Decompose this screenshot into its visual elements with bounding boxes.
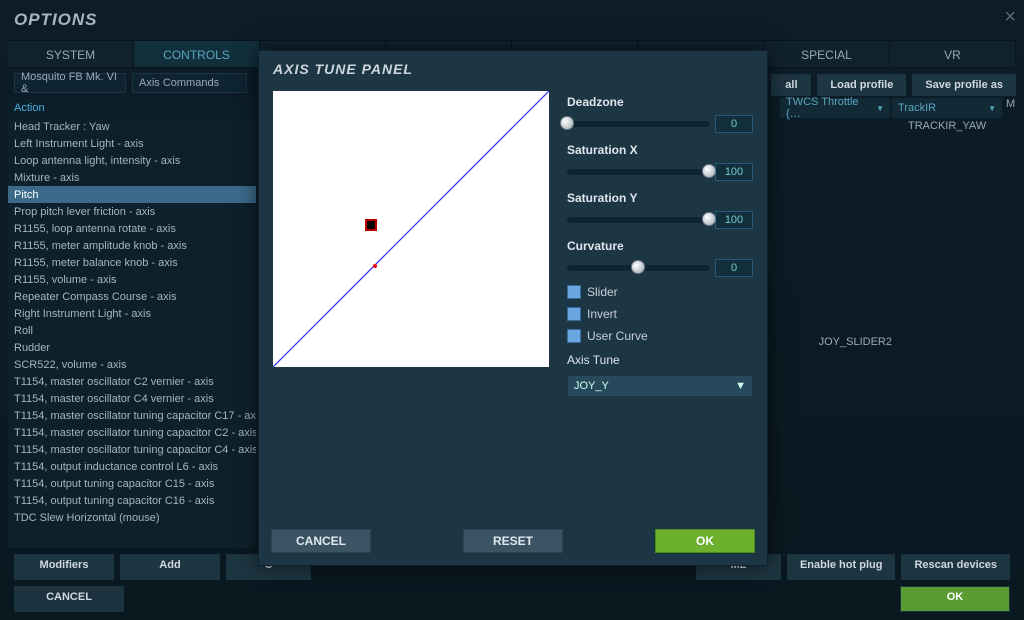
- saty-label: Saturation Y: [567, 191, 753, 205]
- action-row[interactable]: T1154, master oscillator C4 vernier - ax…: [8, 390, 256, 407]
- action-row[interactable]: Rudder: [8, 339, 256, 356]
- axis-tune-dropdown[interactable]: JOY_Y ▼: [567, 375, 753, 397]
- action-row[interactable]: T1154, master oscillator tuning capacito…: [8, 407, 256, 424]
- user-curve-checkbox[interactable]: [567, 329, 581, 343]
- modal-cancel-button[interactable]: CANCEL: [271, 529, 371, 553]
- save-profile-button[interactable]: Save profile as: [912, 74, 1016, 96]
- aircraft-dropdown-value: Mosquito FB Mk. VI &: [21, 71, 119, 95]
- category-dropdown-value: Axis Commands: [139, 77, 219, 89]
- all-button[interactable]: all: [771, 74, 811, 96]
- action-row[interactable]: R1155, loop antenna rotate - axis: [8, 220, 256, 237]
- action-row[interactable]: T1154, output tuning capacitor C15 - axi…: [8, 475, 256, 492]
- action-row[interactable]: T1154, master oscillator C2 vernier - ax…: [8, 373, 256, 390]
- tab-special[interactable]: SPECIAL: [764, 41, 890, 67]
- user-curve-check-label: User Curve: [587, 329, 648, 343]
- action-row[interactable]: Prop pitch lever friction - axis: [8, 203, 256, 220]
- deadzone-label: Deadzone: [567, 95, 753, 109]
- modal-ok-button[interactable]: OK: [655, 529, 755, 553]
- axis-tune-panel: AXIS TUNE PANEL Deadzone 0 Saturation X: [258, 50, 768, 566]
- action-row[interactable]: SCR522, volume - axis: [8, 356, 256, 373]
- titlebar: OPTIONS ×: [0, 0, 1024, 40]
- satx-value[interactable]: 100: [715, 163, 753, 181]
- deadzone-value[interactable]: 0: [715, 115, 753, 133]
- aircraft-dropdown[interactable]: Mosquito FB Mk. VI &: [14, 73, 126, 93]
- category-dropdown[interactable]: Axis Commands: [132, 73, 247, 93]
- curve-graph[interactable]: [273, 91, 549, 367]
- tab-controls[interactable]: CONTROLS: [134, 41, 260, 67]
- invert-check-label: Invert: [587, 307, 617, 321]
- load-profile-button[interactable]: Load profile: [817, 74, 906, 96]
- invert-checkbox[interactable]: [567, 307, 581, 321]
- window-title: OPTIONS: [14, 10, 98, 30]
- curvature-value[interactable]: 0: [715, 259, 753, 277]
- close-icon[interactable]: ×: [1004, 6, 1016, 29]
- saty-value[interactable]: 100: [715, 211, 753, 229]
- action-list[interactable]: Action Head Tracker : YawLeft Instrument…: [8, 98, 256, 548]
- chevron-down-icon: ▼: [735, 380, 746, 392]
- modal-title: AXIS TUNE PANEL: [259, 51, 767, 87]
- axis-tune-label: Axis Tune: [567, 353, 753, 367]
- modal-footer: CANCEL RESET OK: [271, 529, 755, 553]
- action-row[interactable]: Loop antenna light, intensity - axis: [8, 152, 256, 169]
- modifiers-button[interactable]: Modifiers: [14, 554, 114, 580]
- modal-controls: Deadzone 0 Saturation X 100 Saturation Y…: [567, 91, 753, 397]
- action-row[interactable]: Right Instrument Light - axis: [8, 305, 256, 322]
- action-row[interactable]: T1154, output inductance control L6 - ax…: [8, 458, 256, 475]
- action-list-header: Action: [8, 98, 256, 118]
- action-row[interactable]: T1154, master oscillator tuning capacito…: [8, 424, 256, 441]
- saty-slider[interactable]: [567, 217, 709, 223]
- footer: CANCEL OK: [14, 586, 1010, 612]
- options-window: OPTIONS × SYSTEM CONTROLS SPECIAL VR Mos…: [0, 0, 1024, 620]
- action-row[interactable]: T1154, master oscillator tuning capacito…: [8, 441, 256, 458]
- slider-checkbox[interactable]: [567, 285, 581, 299]
- curvature-label: Curvature: [567, 239, 753, 253]
- modal-reset-button[interactable]: RESET: [463, 529, 563, 553]
- action-row[interactable]: R1155, meter balance knob - axis: [8, 254, 256, 271]
- slider-check-label: Slider: [587, 285, 618, 299]
- action-row[interactable]: T1154, output tuning capacitor C16 - axi…: [8, 492, 256, 509]
- tab-system[interactable]: SYSTEM: [8, 41, 134, 67]
- axis-tune-value: JOY_Y: [574, 380, 609, 392]
- action-row[interactable]: R1155, meter amplitude knob - axis: [8, 237, 256, 254]
- satx-label: Saturation X: [567, 143, 753, 157]
- action-row[interactable]: Left Instrument Light - axis: [8, 135, 256, 152]
- action-row[interactable]: Repeater Compass Course - axis: [8, 288, 256, 305]
- rescan-devices-button[interactable]: Rescan devices: [901, 554, 1010, 580]
- action-row[interactable]: R1155, volume - axis: [8, 271, 256, 288]
- curvature-slider[interactable]: [567, 265, 709, 271]
- action-row[interactable]: Roll: [8, 322, 256, 339]
- deadzone-slider[interactable]: [567, 121, 709, 127]
- add-button[interactable]: Add: [120, 554, 220, 580]
- enable-hot-plug-button[interactable]: Enable hot plug: [787, 554, 896, 580]
- action-row[interactable]: Head Tracker : Yaw: [8, 118, 256, 135]
- footer-cancel-button[interactable]: CANCEL: [14, 586, 124, 612]
- action-row[interactable]: TDC Slew Horizontal (mouse): [8, 509, 256, 526]
- satx-slider[interactable]: [567, 169, 709, 175]
- tab-vr[interactable]: VR: [890, 41, 1016, 67]
- top-buttons: all Load profile Save profile as: [771, 74, 1016, 96]
- action-row[interactable]: Pitch: [8, 186, 256, 203]
- footer-ok-button[interactable]: OK: [900, 586, 1010, 612]
- action-row[interactable]: Mixture - axis: [8, 169, 256, 186]
